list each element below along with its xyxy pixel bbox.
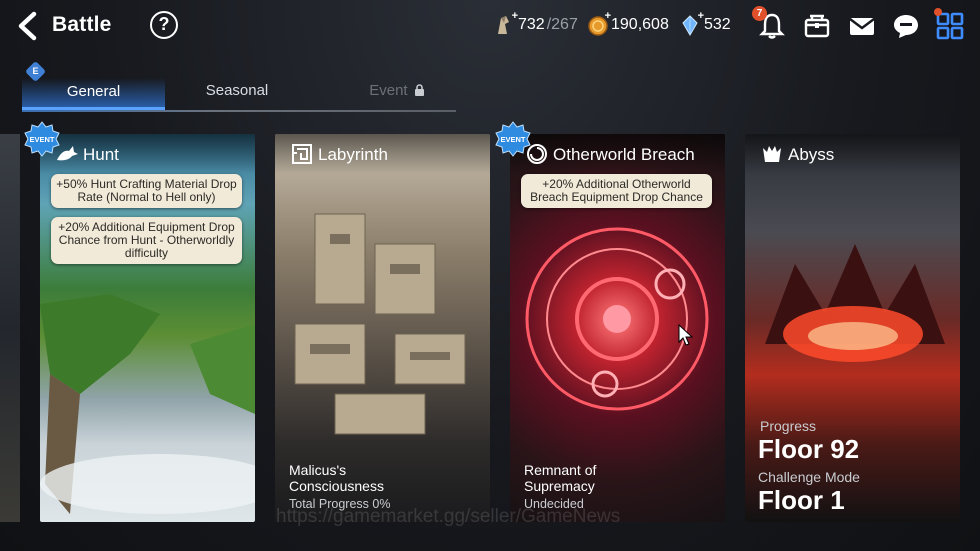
maze-icon	[292, 144, 312, 164]
mail-icon[interactable]	[846, 10, 878, 42]
watermark: https://gamemarket.gg/seller/GameNews	[276, 506, 621, 527]
card-title: Hunt	[83, 145, 119, 164]
bonus-note: +20% Additional Equipment Drop Chance fr…	[51, 217, 242, 264]
tab-general[interactable]: General	[22, 78, 165, 110]
gold-value: 190,608	[611, 16, 669, 33]
challenge-mode-label: Challenge Mode	[758, 469, 860, 485]
tab-underline	[22, 110, 456, 112]
challenge-mode-value: Floor 1	[758, 485, 845, 515]
labyrinth-artwork	[294, 213, 466, 435]
back-arrow-icon[interactable]	[14, 11, 44, 41]
stamina-value: 732	[518, 16, 545, 33]
card-footer-title: Malicus's Consciousness	[289, 462, 384, 494]
tab-seasonal[interactable]: Seasonal	[182, 82, 292, 110]
lock-icon	[414, 84, 424, 96]
event-badge-icon: EVENT	[495, 121, 531, 157]
notification-badge: 7	[752, 6, 767, 21]
card-title: Labyrinth	[318, 145, 388, 164]
progress-label: Progress	[760, 418, 817, 434]
stamina-resource[interactable]: + 732 /267	[494, 10, 578, 36]
labyrinth-card[interactable]: Labyrinth Malicus's Consciousness Total …	[275, 134, 490, 522]
abyss-card[interactable]: Abyss Progress Floor 92 Challenge Mode F…	[745, 134, 960, 522]
crystal-icon: +	[680, 10, 704, 36]
card-title: Otherworld Breach	[553, 145, 695, 164]
help-button[interactable]: ?	[150, 11, 178, 39]
gold-coin-icon: +	[587, 10, 611, 36]
event-badge-icon: EVENT	[24, 121, 60, 157]
gold-resource[interactable]: + 190,608	[587, 10, 669, 36]
top-bar: Battle ? + 732 /267 + 190,608 + 532 7	[0, 0, 980, 52]
progress-value: Floor 92	[758, 434, 860, 464]
event-badge-label: EVENT	[29, 135, 54, 144]
stamina-max: /267	[546, 16, 578, 33]
skystone-resource[interactable]: + 532	[680, 10, 731, 36]
abyss-artwork	[765, 244, 945, 362]
card-title: Abyss	[788, 145, 835, 164]
page-title: Battle	[52, 13, 112, 36]
chest-icon[interactable]	[801, 10, 833, 42]
otherworld-breach-card[interactable]: Otherworld Breach +20% Additional Otherw…	[510, 134, 725, 522]
hunt-card[interactable]: Hunt +50% Hunt Crafting Material Drop Ra…	[40, 134, 255, 522]
tab-event[interactable]: Event	[342, 82, 452, 110]
skystone-value: 532	[704, 16, 731, 33]
cursor-icon	[678, 324, 694, 346]
event-badge-label: EVENT	[500, 135, 525, 144]
bonus-note: +50% Hunt Crafting Material Drop Rate (N…	[51, 174, 242, 208]
menu-alert-dot	[934, 8, 942, 16]
stamina-icon: +	[494, 10, 518, 36]
card-footer-title: Remnant of Supremacy	[524, 462, 597, 494]
chat-icon[interactable]	[890, 10, 922, 42]
category-tabs: General Seasonal Event	[22, 68, 456, 112]
hunt-artwork	[40, 294, 255, 514]
abyss-demon-icon	[763, 146, 781, 162]
battle-screen: Battle ? + 732 /267 + 190,608 + 532 7 E …	[0, 0, 980, 551]
previous-card-edge[interactable]	[0, 134, 20, 522]
bonus-note: +20% Additional Otherworld Breach Equipm…	[521, 174, 712, 208]
tab-event-label: Event	[369, 82, 408, 99]
